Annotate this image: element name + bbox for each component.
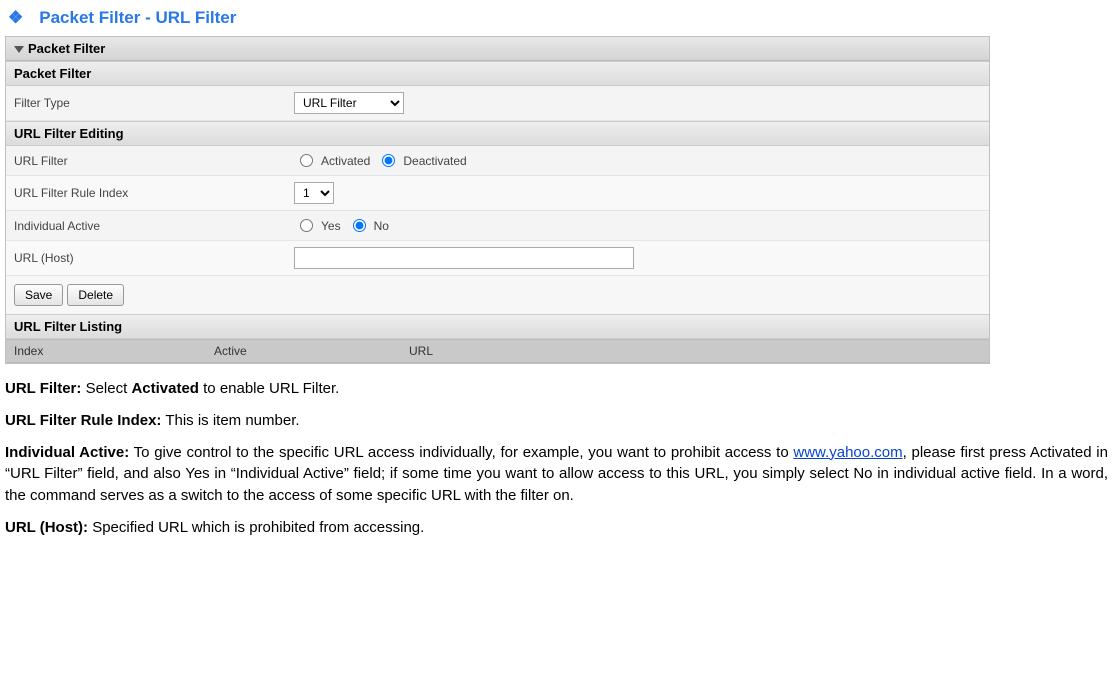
packet-filter-panel: Packet Filter Packet Filter Filter Type …: [5, 36, 990, 364]
individual-yes-radio[interactable]: [300, 219, 313, 232]
filter-type-row: Filter Type URL Filter: [6, 86, 989, 121]
filter-type-label: Filter Type: [14, 96, 294, 110]
button-row: Save Delete: [6, 276, 989, 314]
listing-col-url: URL: [401, 340, 989, 362]
panel-header-label: Packet Filter: [28, 41, 105, 56]
save-button[interactable]: Save: [14, 284, 63, 306]
url-filter-deactivated-radio[interactable]: [382, 154, 395, 167]
desc-rule-index-bold: URL Filter Rule Index:: [5, 412, 161, 429]
url-host-input[interactable]: [294, 247, 634, 269]
delete-button[interactable]: Delete: [67, 284, 124, 306]
section-url-filter-editing: URL Filter Editing: [6, 121, 989, 146]
desc-rule-index: URL Filter Rule Index: This is item numb…: [5, 410, 1108, 432]
rule-index-row: URL Filter Rule Index 1: [6, 176, 989, 211]
desc-url-filter-bold: URL Filter:: [5, 380, 81, 397]
desc-individual-bold: Individual Active:: [5, 444, 129, 461]
page-title-text: Packet Filter - URL Filter: [39, 8, 236, 27]
url-filter-activated-radio[interactable]: [300, 154, 313, 167]
desc-url-host-bold: URL (Host):: [5, 519, 88, 536]
rule-index-select[interactable]: 1: [294, 182, 334, 204]
section-url-filter-listing: URL Filter Listing: [6, 314, 989, 339]
individual-no-radio[interactable]: [353, 219, 366, 232]
url-filter-row: URL Filter Activated Deactivated: [6, 146, 989, 176]
desc-url-host: URL (Host): Specified URL which is prohi…: [5, 517, 1108, 539]
yahoo-link[interactable]: www.yahoo.com: [793, 444, 902, 461]
panel-header[interactable]: Packet Filter: [6, 37, 989, 61]
bullet-diamond-icon: ❖: [8, 8, 23, 27]
url-filter-label: URL Filter: [14, 154, 294, 168]
listing-col-index: Index: [6, 340, 206, 362]
page-title: ❖ Packet Filter - URL Filter: [0, 0, 1113, 36]
rule-index-label: URL Filter Rule Index: [14, 186, 294, 200]
deactivated-label: Deactivated: [403, 154, 466, 168]
activated-label: Activated: [321, 154, 370, 168]
url-host-row: URL (Host): [6, 241, 989, 276]
listing-col-active: Active: [206, 340, 401, 362]
filter-type-select[interactable]: URL Filter: [294, 92, 404, 114]
description-block: URL Filter: Select Activated to enable U…: [5, 378, 1108, 539]
individual-active-row: Individual Active Yes No: [6, 211, 989, 241]
no-label: No: [374, 219, 389, 233]
url-host-label: URL (Host): [14, 251, 294, 265]
yes-label: Yes: [321, 219, 341, 233]
individual-active-label: Individual Active: [14, 219, 294, 233]
desc-individual-active: Individual Active: To give control to th…: [5, 442, 1108, 507]
listing-header-row: Index Active URL: [6, 339, 989, 363]
collapse-triangle-icon: [14, 46, 24, 53]
section-packet-filter: Packet Filter: [6, 61, 989, 86]
desc-url-filter: URL Filter: Select Activated to enable U…: [5, 378, 1108, 400]
